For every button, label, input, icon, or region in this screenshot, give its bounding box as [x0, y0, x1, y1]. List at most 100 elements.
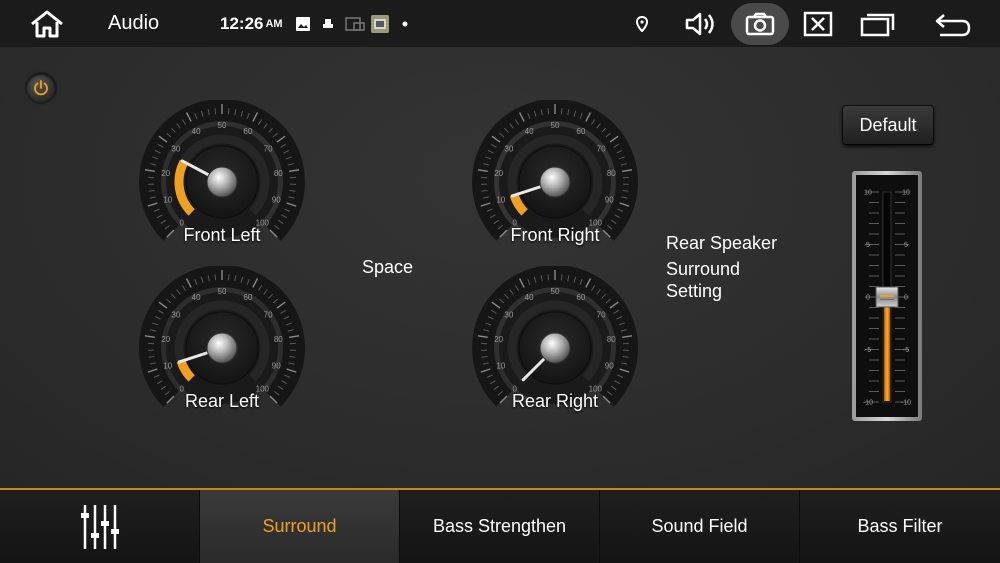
equalizer-tab[interactable] [0, 490, 200, 563]
knob-tick [547, 108, 550, 115]
knob-scale-label: 30 [171, 144, 180, 153]
knob-scale-label: 70 [264, 144, 273, 153]
image-notification-icon [295, 0, 311, 47]
knob-scale-label: 50 [551, 287, 560, 296]
location-icon [632, 0, 652, 47]
knob-scale-label: 10 [496, 362, 505, 371]
knob-tick [547, 274, 550, 281]
clock-ampm: AM [265, 17, 283, 30]
bottom-tab-bar: Surround Bass Strengthen Sound Field Bas… [0, 488, 1000, 563]
knob-scale-label: 70 [597, 144, 606, 153]
knob-rear-left[interactable]: 0102030405060708090100 [137, 266, 307, 411]
knob-scale-label: 70 [264, 310, 273, 319]
knob-scale-label: 50 [551, 121, 560, 130]
volume-icon[interactable] [680, 0, 722, 47]
knob-tick [227, 108, 230, 115]
knob-scale-label: 10 [163, 362, 172, 371]
knob-front-left[interactable]: 0102030405060708090100 [137, 100, 307, 245]
knob-tick [214, 274, 217, 281]
rear-speaker-label-line1: Rear Speaker [666, 233, 778, 253]
knob-scale-label: 10 [496, 196, 505, 205]
knob-scale-label: 20 [494, 169, 503, 178]
slider-label-left: 10 [864, 190, 872, 197]
knob-cap [539, 332, 571, 364]
clock: 12:26 AM [220, 0, 283, 47]
knob-scale-label: 30 [171, 310, 180, 319]
knob-scale-label: 70 [597, 310, 606, 319]
rear-speaker-label-line2: Surround [666, 259, 741, 279]
space-label: Space [362, 257, 414, 277]
knob-tick [560, 274, 563, 281]
power-button[interactable] [26, 73, 56, 103]
slider-label-left: -5 [865, 347, 871, 354]
knob-rear-right[interactable]: 0102030405060708090100 [470, 266, 640, 411]
clock-time: 12:26 [220, 13, 264, 33]
knob-tick [227, 274, 230, 281]
knob-scale-label: 60 [576, 293, 585, 302]
knob-scale-label: 40 [192, 293, 201, 302]
knob-label-rear-left: Rear Left [184, 391, 260, 411]
knob-scale-label: 90 [605, 196, 614, 205]
knob-scale-label: 30 [504, 310, 513, 319]
knob-scale-label: 40 [525, 293, 534, 302]
knob-scale-label: 90 [605, 362, 614, 371]
power-icon [34, 80, 48, 96]
camera-icon [731, 2, 789, 45]
knob-label-front-right: Front Right [510, 225, 600, 245]
slider-label-left: 5 [866, 242, 870, 249]
knob-scale-label: 20 [161, 169, 170, 178]
screenshot-button[interactable] [731, 0, 789, 47]
more-notifications-dot-icon [400, 0, 410, 47]
knob-tick [214, 108, 217, 115]
knob-scale-label: 90 [272, 196, 281, 205]
knob-scale-label: 60 [576, 127, 585, 136]
tab-bass-strengthen[interactable]: Bass Strengthen [400, 490, 600, 563]
knob-tick [560, 108, 563, 115]
knob-scale-label: 10 [163, 196, 172, 205]
rear-speaker-slider[interactable]: 10 10 5 5 0 0 -5 -5 -10 -10 [851, 170, 923, 422]
knob-scale-label: 50 [218, 121, 227, 130]
knob-scale-label: 40 [525, 127, 534, 136]
knob-scale-label: 60 [243, 127, 252, 136]
app-notification-icon [370, 0, 390, 47]
app-title: Audio [108, 12, 160, 34]
slider-label-left: 0 [866, 295, 870, 302]
tab-surround[interactable]: Surround [200, 490, 400, 563]
usb-notification-icon [322, 0, 334, 47]
knob-scale-label: 80 [607, 335, 616, 344]
knob-scale-label: 30 [504, 144, 513, 153]
slider-label-right: 10 [902, 190, 910, 197]
status-bar: Audio 12:26 AM [0, 0, 1000, 47]
tab-bass-filter[interactable]: Bass Filter [800, 490, 1000, 563]
slider-fill [884, 297, 890, 401]
default-button[interactable]: Default [843, 106, 933, 144]
knob-cap [206, 332, 238, 364]
knob-cap [206, 166, 238, 198]
knob-scale-label: 20 [494, 335, 503, 344]
knob-label-front-left: Front Left [183, 225, 261, 245]
knob-scale-label: 90 [272, 362, 281, 371]
knob-scale-label: 80 [274, 335, 283, 344]
tab-sound-field[interactable]: Sound Field [600, 490, 800, 563]
home-icon[interactable] [24, 0, 70, 47]
knob-label-rear-right: Rear Right [511, 391, 599, 411]
back-icon[interactable] [932, 0, 974, 47]
close-app-icon[interactable] [800, 0, 836, 47]
rear-speaker-label-line3: Setting [666, 281, 723, 301]
slider-label-left: -10 [863, 400, 873, 407]
slider-label-right: 5 [904, 242, 908, 249]
knob-scale-label: 60 [243, 293, 252, 302]
knob-scale-label: 40 [192, 127, 201, 136]
knob-scale-label: 80 [607, 169, 616, 178]
slider-label-right: 0 [904, 295, 908, 302]
equalizer-icon [80, 504, 119, 549]
knob-scale-label: 20 [161, 335, 170, 344]
slider-thumb[interactable] [875, 286, 899, 308]
slider-label-right: -5 [903, 347, 909, 354]
knob-cap [539, 166, 571, 198]
recent-apps-icon[interactable] [858, 0, 898, 47]
knob-front-right[interactable]: 0102030405060708090100 [470, 100, 640, 245]
knob-scale-label: 80 [274, 169, 283, 178]
knob-scale-label: 50 [218, 287, 227, 296]
cast-notification-icon [344, 0, 366, 47]
